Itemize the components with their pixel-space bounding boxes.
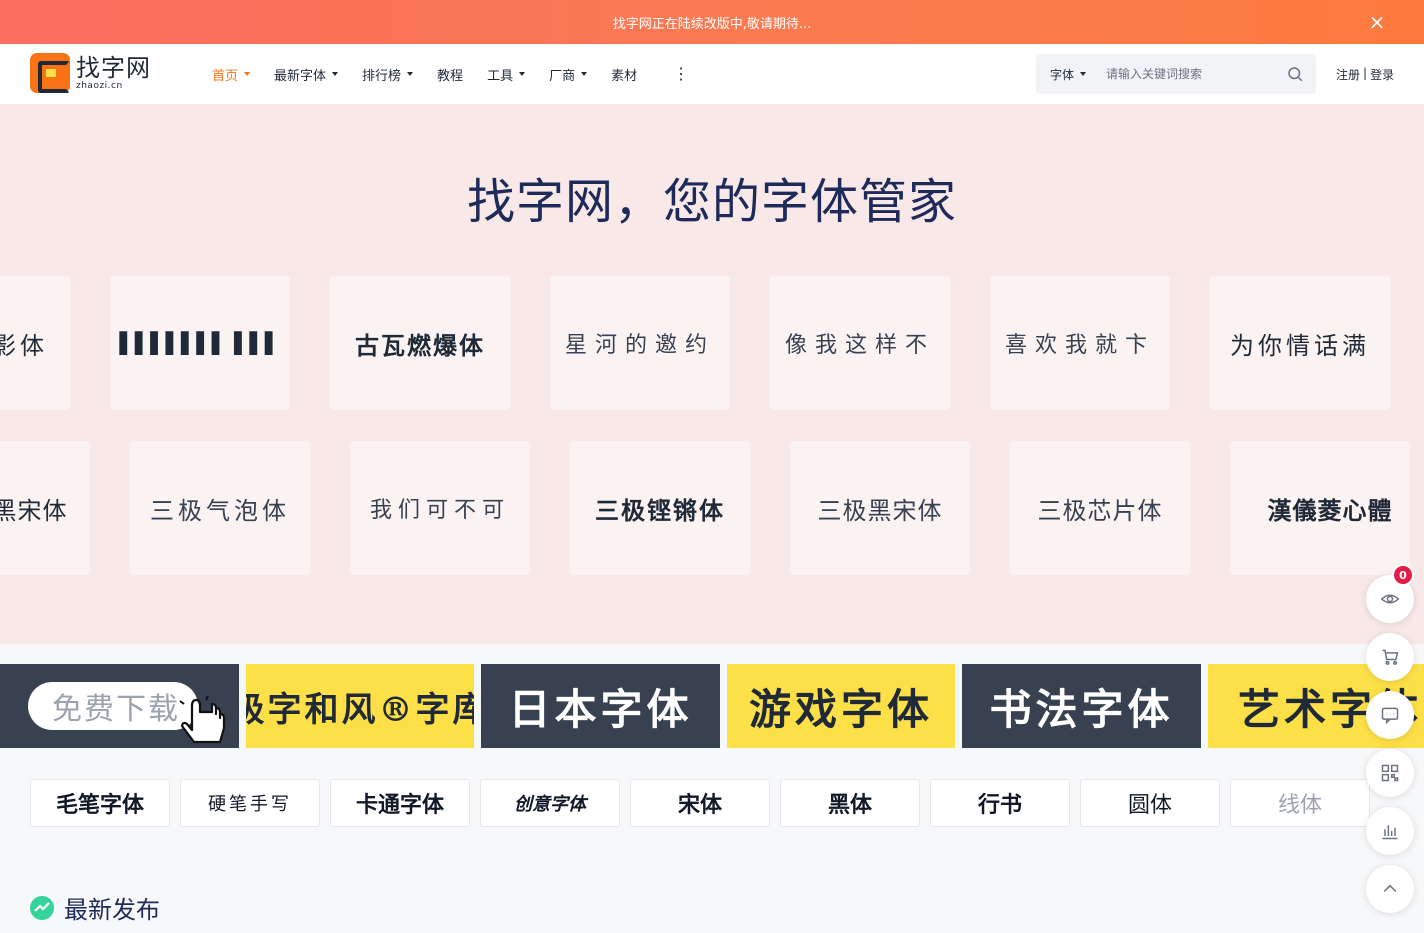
viewed-count-badge: 0 — [1392, 564, 1414, 586]
caret-down-icon — [244, 72, 251, 76]
search-box: 字体 — [1036, 54, 1316, 94]
notice-text: 找字网正在陆续改版中,敬请期待... — [612, 16, 812, 32]
message-button[interactable] — [1366, 691, 1414, 739]
caret-down-icon — [332, 72, 339, 76]
font-card[interactable]: 喜欢我就卞 — [990, 276, 1170, 410]
register-link[interactable]: 注册 — [1336, 66, 1360, 83]
logo-mark-icon — [30, 53, 70, 93]
logo-name: 找字网 — [76, 53, 151, 82]
font-card[interactable]: 古瓦燃爆体 — [330, 276, 510, 410]
banner-japanese-fonts[interactable]: 日本字体 — [481, 664, 720, 748]
search-input[interactable] — [1106, 67, 1276, 81]
site-logo[interactable]: 找字网 zhaozi.cn — [30, 53, 151, 93]
eye-icon — [1380, 594, 1400, 604]
chevron-up-icon — [1383, 884, 1397, 893]
tag-yuanti[interactable]: 圆体 — [1080, 779, 1220, 827]
chat-icon — [1381, 707, 1399, 725]
nav-item-tutorials[interactable]: 教程 — [437, 65, 463, 84]
banner-calligraphy-fonts[interactable]: 书法字体 — [962, 664, 1201, 748]
close-icon[interactable]: × — [1366, 11, 1388, 33]
login-link[interactable]: 登录 — [1370, 66, 1394, 83]
font-card[interactable]: 三极气泡体 — [130, 441, 310, 575]
font-card[interactable]: 星河的邀约 — [550, 276, 730, 410]
tag-xingshu[interactable]: 行书 — [930, 779, 1070, 827]
font-card[interactable]: 像我这样不 — [770, 276, 950, 410]
latest-section-heading: 最新发布 — [30, 890, 160, 925]
tag-creative-fonts[interactable]: 创意字体 — [480, 779, 620, 827]
latest-title: 最新发布 — [64, 896, 160, 924]
auth-separator: | — [1363, 66, 1368, 80]
caret-down-icon — [519, 72, 526, 76]
nav-item-ranking[interactable]: 排行榜 — [362, 65, 414, 84]
trend-icon — [30, 895, 54, 920]
nav-item-latest-fonts[interactable]: 最新字体 — [274, 65, 339, 84]
search-icon[interactable] — [1286, 65, 1304, 83]
tag-handwriting[interactable]: 硬笔手写 — [180, 779, 320, 827]
nav-item-home[interactable]: 首页 — [212, 65, 251, 84]
banner-free-download[interactable]: 免费下载 — [0, 664, 239, 748]
banner-label: 书法字体 — [989, 684, 1174, 734]
logo-domain: zhaozi.cn — [76, 80, 123, 91]
nav-item-tools[interactable]: 工具 — [487, 65, 526, 84]
notice-bar: 找字网正在陆续改版中,敬请期待... × — [0, 0, 1424, 44]
hero-section: 找字网，您的字体管家 影体 ▌▌▌▌▌▌▌ ▌▌▌ 古瓦燃爆体 星河的邀约 像我… — [0, 104, 1424, 644]
tag-heiti[interactable]: 黑体 — [780, 779, 920, 827]
cart-button[interactable] — [1366, 633, 1414, 681]
font-card[interactable]: ▌▌▌▌▌▌▌ ▌▌▌ — [110, 276, 290, 410]
auth-links: 注册 | 登录 — [1336, 66, 1394, 83]
ranking-button[interactable] — [1366, 807, 1414, 855]
bar-chart-icon — [1382, 825, 1398, 840]
font-card[interactable]: 我们可不可 — [350, 441, 530, 575]
tag-songti[interactable]: 宋体 — [630, 779, 770, 827]
tag-xianti[interactable]: 线体 — [1230, 779, 1370, 827]
font-card[interactable]: 为你情话满 — [1210, 276, 1390, 410]
more-icon[interactable]: ⋮ — [673, 66, 689, 82]
caret-down-icon — [581, 72, 588, 76]
qrcode-icon — [1381, 764, 1399, 782]
cart-icon — [1382, 649, 1399, 665]
search-type-select[interactable]: 字体 — [1036, 66, 1106, 83]
banner-label: 日本字体 — [508, 684, 693, 734]
caret-down-icon — [407, 72, 414, 76]
font-card[interactable]: 三极芯片体 — [1010, 441, 1190, 575]
category-banners: 免费下载 极字和风®字库 日本字体 游戏字体 书法字体 艺术字体 — [0, 664, 1424, 748]
font-card[interactable]: 三极铿锵体 — [570, 441, 750, 575]
banner-game-fonts[interactable]: 游戏字体 — [727, 664, 955, 748]
banner-label: 游戏字体 — [748, 684, 933, 734]
font-card[interactable]: 影体 — [0, 276, 70, 410]
font-card[interactable]: 三极黑宋体 — [790, 441, 970, 575]
font-tags: 毛笔字体 硬笔手写 卡通字体 创意字体 宋体 黑体 行书 圆体 线体 — [30, 779, 1380, 827]
nav-item-vendors[interactable]: 厂商 — [549, 65, 588, 84]
pointer-hand-icon — [179, 696, 226, 744]
main-nav: 首页 最新字体 排行榜 教程 工具 厂商 素材 ⋮ — [212, 44, 689, 104]
banner-label: 极字和风®字库 — [246, 689, 474, 730]
qrcode-button[interactable] — [1366, 749, 1414, 797]
caret-down-icon — [1080, 72, 1087, 76]
nav-item-materials[interactable]: 素材 — [611, 65, 637, 84]
back-to-top-button[interactable] — [1366, 865, 1414, 913]
font-card[interactable]: 漢儀菱心體 — [1230, 441, 1410, 575]
hero-title: 找字网，您的字体管家 — [466, 174, 957, 230]
tag-brush-fonts[interactable]: 毛笔字体 — [30, 779, 170, 827]
tag-cartoon-fonts[interactable]: 卡通字体 — [330, 779, 470, 827]
floating-toolbar — [1366, 575, 1414, 923]
free-download-button: 免费下载 — [28, 682, 198, 730]
font-card[interactable]: 黑宋体 — [0, 441, 90, 575]
site-header: 找字网 zhaozi.cn 首页 最新字体 排行榜 教程 工具 厂商 素材 ⋮ … — [0, 44, 1424, 104]
banner-jizi-hefeng[interactable]: 极字和风®字库 — [246, 664, 474, 748]
